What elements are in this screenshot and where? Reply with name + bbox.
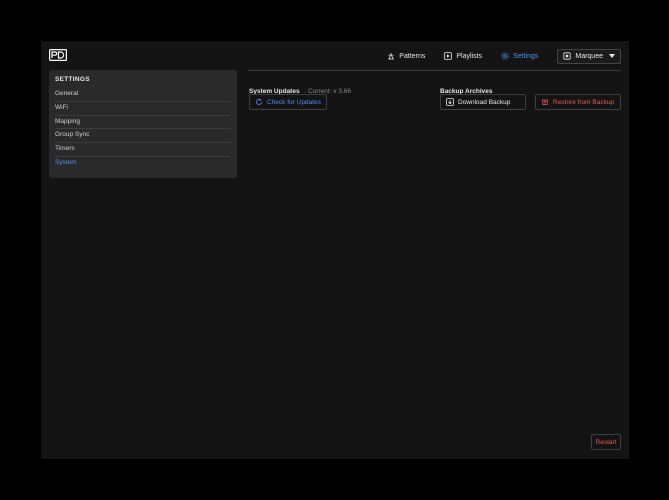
device-selector[interactable]: Marquee <box>557 48 621 64</box>
sidebar-item-system[interactable]: System <box>55 157 231 171</box>
sidebar-item-wifi[interactable]: WiFi <box>55 102 231 116</box>
app-window: Patterns Playlists Settings Marquee SETT… <box>41 41 629 459</box>
sidebar-item-general[interactable]: General <box>55 88 231 102</box>
check-updates-button[interactable]: Check for Updates <box>249 94 327 110</box>
restore-backup-label: Restore from Backup <box>553 98 615 106</box>
download-backup-label: Download Backup <box>458 98 511 106</box>
nav-patterns[interactable]: Patterns <box>387 52 425 60</box>
pd-logo[interactable] <box>49 49 67 61</box>
sidebar-title: SETTINGS <box>55 76 90 83</box>
sidebar-item-group-sync[interactable]: Group Sync <box>55 129 231 144</box>
device-icon <box>563 52 571 60</box>
restore-icon <box>541 98 549 106</box>
nav-playlists[interactable]: Playlists <box>444 52 482 60</box>
play-icon <box>444 52 453 60</box>
check-updates-label: Check for Updates <box>267 98 321 106</box>
top-nav: Patterns Playlists Settings Marquee <box>387 48 621 64</box>
nav-settings-label: Settings <box>513 52 539 60</box>
settings-sidebar: SETTINGS General WiFi Mapping Group Sync… <box>49 70 237 178</box>
restore-backup-button[interactable]: Restore from Backup <box>535 94 621 110</box>
restart-label: Restart <box>595 438 617 446</box>
restart-button[interactable]: Restart <box>591 434 621 450</box>
sidebar-item-timers[interactable]: Timers <box>55 143 231 157</box>
gear-icon <box>501 52 509 60</box>
nav-settings[interactable]: Settings <box>501 52 538 60</box>
patterns-icon <box>387 52 395 60</box>
nav-patterns-label: Patterns <box>399 52 426 60</box>
sidebar-item-mapping[interactable]: Mapping <box>55 116 231 130</box>
nav-playlists-label: Playlists <box>456 52 483 60</box>
device-name: Marquee <box>575 52 603 60</box>
download-backup-button[interactable]: Download Backup <box>440 94 526 110</box>
header-divider <box>248 70 621 71</box>
chevron-down-icon <box>609 54 615 58</box>
download-icon <box>446 98 454 106</box>
refresh-icon <box>255 98 263 106</box>
